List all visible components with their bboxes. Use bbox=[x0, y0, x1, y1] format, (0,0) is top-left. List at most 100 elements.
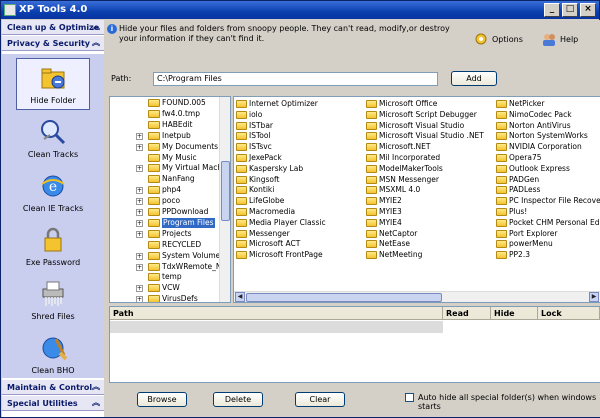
folder-icon bbox=[366, 121, 377, 130]
scrollbar-thumb[interactable] bbox=[246, 293, 442, 302]
delete-button[interactable]: Delete bbox=[213, 392, 263, 407]
folder-icon bbox=[148, 164, 160, 173]
expand-icon[interactable]: + bbox=[136, 198, 143, 206]
description-text: Hide your files and folders from snoopy … bbox=[119, 24, 450, 43]
folder-icon bbox=[236, 110, 247, 119]
title-bar[interactable]: XP Tools 4.0 _ □ × bbox=[1, 1, 599, 19]
section-cleanup-optimize[interactable]: Clean up & Optimize ︽ bbox=[2, 20, 104, 35]
section-maintain-control[interactable]: Maintain & Control ︽ bbox=[2, 380, 104, 395]
folder-icon bbox=[148, 142, 160, 151]
scrollbar-thumb[interactable] bbox=[221, 161, 230, 221]
file-item-label: ISTsvc bbox=[249, 142, 272, 152]
folder-icon bbox=[366, 251, 377, 260]
file-item-label: Microsoft ACT bbox=[249, 239, 301, 249]
expand-icon[interactable]: + bbox=[136, 187, 143, 195]
chevron-up-icon[interactable]: ︽ bbox=[91, 382, 101, 392]
folder-icon bbox=[496, 251, 507, 260]
add-button[interactable]: Add bbox=[451, 71, 497, 86]
tool-clean-ie-tracks[interactable]: e Clean IE Tracks bbox=[2, 168, 104, 220]
file-item-label: PC Inspector File Recovery bbox=[509, 196, 600, 206]
chevron-up-icon[interactable]: ︽ bbox=[91, 22, 101, 32]
tool-label: Clean BHO bbox=[31, 366, 75, 375]
chevron-up-icon[interactable]: ︽ bbox=[91, 38, 101, 48]
column-header-read[interactable]: Read bbox=[443, 307, 491, 320]
column-header-lock[interactable]: Lock bbox=[538, 307, 600, 320]
tree-vertical-scrollbar[interactable] bbox=[219, 97, 230, 302]
column-header-hide[interactable]: Hide bbox=[491, 307, 538, 320]
folder-tree[interactable]: FOUND.005 fw4.0.tmp HABEdit + Inetpub + My Doc… bbox=[109, 96, 231, 303]
tool-exe-password[interactable]: Exe Password bbox=[2, 222, 104, 274]
file-item-label: NVIDIA Corporation bbox=[509, 142, 582, 152]
tree-item-label: temp bbox=[162, 272, 182, 282]
scroll-right-icon[interactable]: ▶ bbox=[589, 292, 599, 302]
folder-icon bbox=[496, 240, 507, 249]
section-privacy-security[interactable]: Privacy & Security ︽ bbox=[2, 36, 104, 51]
folder-icon bbox=[148, 273, 160, 282]
folder-icon bbox=[366, 197, 377, 206]
clean-ie-tracks-icon: e bbox=[41, 175, 65, 197]
expand-icon[interactable]: + bbox=[136, 230, 143, 238]
tool-clean-bho[interactable]: Clean BHO bbox=[2, 330, 104, 382]
expand-icon[interactable]: + bbox=[136, 263, 143, 271]
chevron-up-icon[interactable]: ︽ bbox=[91, 398, 101, 408]
tool-shred-files[interactable]: Shred Files bbox=[2, 276, 104, 328]
hidden-items-grid[interactable]: Path Read Hide Lock bbox=[109, 306, 600, 383]
file-item-label: MSN Messenger bbox=[379, 174, 439, 184]
folder-icon bbox=[236, 229, 247, 238]
file-item-label: Media Player Classic bbox=[249, 217, 326, 227]
file-horizontal-scrollbar[interactable]: ◀ ▶ bbox=[234, 291, 600, 302]
tool-clean-tracks[interactable]: Clean Tracks bbox=[2, 114, 104, 166]
folder-icon bbox=[148, 186, 160, 195]
folder-icon bbox=[496, 132, 507, 141]
file-item-label: iolo bbox=[249, 109, 263, 119]
tree-item-label: VirusDefs bbox=[162, 294, 198, 303]
scroll-left-icon[interactable]: ◀ bbox=[235, 292, 245, 302]
folder-icon bbox=[366, 186, 377, 195]
main-panel: i Hide your files and folders from snoop… bbox=[105, 20, 600, 417]
options-button[interactable]: Options bbox=[473, 29, 523, 49]
expand-icon[interactable]: + bbox=[136, 143, 143, 151]
clear-button[interactable]: Clear bbox=[295, 392, 345, 407]
window-title: XP Tools 4.0 bbox=[19, 4, 88, 15]
expand-icon[interactable]: + bbox=[136, 209, 143, 216]
expand-icon[interactable]: + bbox=[136, 132, 143, 140]
file-item-label: NetEase bbox=[379, 239, 411, 249]
tool-hide-folder[interactable]: Hide Folder bbox=[2, 58, 104, 112]
close-button[interactable]: × bbox=[580, 3, 596, 17]
info-icon: i bbox=[107, 24, 117, 34]
tree-item-label: poco bbox=[162, 196, 181, 206]
browse-button[interactable]: Browse bbox=[137, 392, 187, 407]
folder-icon bbox=[366, 110, 377, 119]
auto-hide-checkbox[interactable] bbox=[405, 393, 414, 402]
table-row[interactable] bbox=[110, 321, 443, 333]
folder-icon bbox=[148, 208, 160, 216]
file-item-label: Macromedia bbox=[249, 207, 296, 216]
expand-icon[interactable]: + bbox=[136, 285, 143, 293]
folder-icon bbox=[366, 154, 377, 162]
section-label: Clean up & Optimize bbox=[7, 23, 100, 32]
folder-icon bbox=[236, 143, 247, 152]
folder-icon bbox=[496, 229, 507, 238]
file-item-label: ModelMakerTools bbox=[379, 163, 443, 173]
expand-icon[interactable]: + bbox=[136, 252, 143, 260]
help-button[interactable]: Help bbox=[541, 29, 578, 49]
folder-icon bbox=[496, 175, 507, 184]
folder-icon bbox=[366, 175, 377, 184]
folder-icon bbox=[496, 197, 507, 206]
file-item-label: Norton AntiVirus bbox=[509, 120, 571, 130]
maximize-button[interactable]: □ bbox=[562, 3, 578, 17]
svg-text:e: e bbox=[49, 179, 57, 195]
path-input[interactable]: C:\Program Files bbox=[153, 72, 438, 86]
file-item-label: Microsoft Script Debugger bbox=[379, 109, 477, 119]
section-special-utilities[interactable]: Special Utilities ︽ bbox=[2, 396, 104, 411]
expand-icon[interactable]: + bbox=[136, 219, 143, 227]
expand-icon[interactable]: + bbox=[136, 296, 143, 302]
column-header-path[interactable]: Path bbox=[110, 307, 443, 320]
folder-icon bbox=[236, 154, 247, 162]
expand-icon[interactable]: + bbox=[136, 165, 143, 173]
file-list[interactable]: Internet Optimizer iolo ISTbar ISTool ISTsvc… bbox=[233, 96, 600, 303]
folder-icon bbox=[148, 99, 160, 107]
options-icon bbox=[475, 33, 487, 45]
minimize-button[interactable]: _ bbox=[544, 3, 560, 17]
section-label: Special Utilities bbox=[7, 399, 78, 408]
